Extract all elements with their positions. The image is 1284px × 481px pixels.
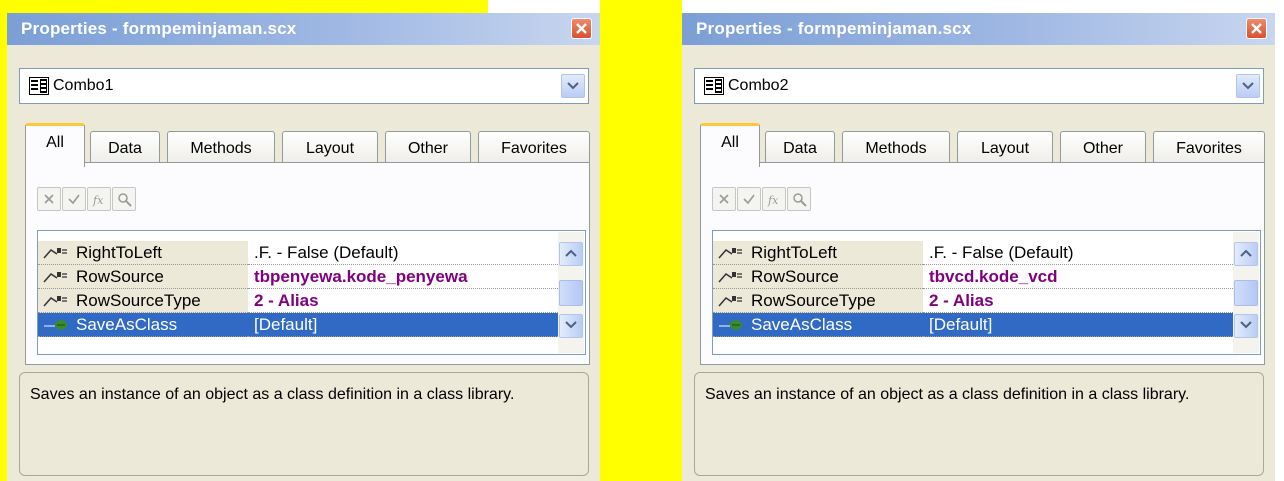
scroll-down-button[interactable] — [559, 314, 583, 338]
scroll-up-button[interactable] — [559, 242, 583, 266]
zoom-icon — [118, 193, 132, 207]
cancel-icon — [44, 194, 54, 204]
property-row-rowsource[interactable]: RowSource tbvcd.kode_vcd — [713, 265, 1233, 289]
scroll-down-button[interactable] — [1234, 314, 1258, 338]
description-box: Saves an instance of an object as a clas… — [694, 372, 1264, 476]
accept-icon — [68, 194, 80, 205]
property-value: .F. - False (Default) — [929, 243, 1074, 262]
property-row-rowsourcetype[interactable]: RowSourceType 2 - Alias — [38, 289, 558, 313]
property-value: .F. - False (Default) — [254, 243, 399, 262]
tab-all[interactable]: All — [25, 123, 85, 167]
properties-window-left: Properties - formpeminjaman.scx Combo1 A… — [7, 13, 600, 481]
function-icon: fx — [767, 194, 779, 207]
property-icon — [718, 272, 742, 283]
property-row-saveasclass[interactable]: SaveAsClass [Default] — [38, 313, 558, 337]
tab-all[interactable]: All — [700, 123, 760, 167]
property-row-rowsource[interactable]: RowSource tbpenyewa.kode_penyewa — [38, 265, 558, 289]
property-icon — [718, 296, 742, 307]
scroll-up-button[interactable] — [1234, 242, 1258, 266]
property-value: tbvcd.kode_vcd — [929, 267, 1058, 286]
chevron-up-icon — [1240, 249, 1252, 257]
close-button[interactable] — [1246, 18, 1267, 39]
property-row-righttoleft[interactable]: RightToLeft .F. - False (Default) — [713, 241, 1233, 265]
cancel-icon — [719, 194, 729, 204]
property-icon — [43, 272, 67, 283]
property-icon — [718, 248, 742, 259]
property-value: 2 - Alias — [929, 291, 994, 310]
description-box: Saves an instance of an object as a clas… — [19, 372, 589, 476]
zoom-button[interactable] — [787, 187, 811, 211]
property-grid: RightToLeft .F. - False (Default) RowSou… — [712, 230, 1261, 355]
object-dropdown[interactable]: Combo2 — [694, 68, 1264, 104]
chevron-down-icon — [1240, 321, 1252, 329]
yellow-highlight-center-column — [600, 0, 682, 481]
function-button[interactable]: fx — [87, 187, 111, 211]
property-name: RightToLeft — [76, 243, 162, 262]
properties-window-right: Properties - formpeminjaman.scx Combo2 A… — [682, 13, 1275, 481]
property-name: RowSource — [76, 267, 164, 286]
method-icon — [719, 320, 742, 330]
property-icon — [43, 296, 67, 307]
object-name: Combo2 — [728, 77, 789, 94]
chevron-down-icon — [565, 321, 577, 329]
zoom-button[interactable] — [112, 187, 136, 211]
title-bar[interactable]: Properties - formpeminjaman.scx — [7, 13, 600, 45]
object-name: Combo1 — [53, 77, 114, 94]
property-value: [Default] — [929, 315, 993, 334]
chevron-up-icon — [565, 249, 577, 257]
dropdown-arrow-button[interactable] — [561, 74, 585, 98]
cancel-button[interactable] — [712, 187, 736, 211]
vertical-scrollbar[interactable] — [1233, 232, 1259, 353]
property-name: SaveAsClass — [751, 315, 853, 334]
window-title: Properties - formpeminjaman.scx — [21, 19, 297, 38]
property-icon — [43, 248, 67, 259]
combobox-object-icon — [29, 77, 49, 95]
accept-icon — [743, 194, 755, 205]
description-text: Saves an instance of an object as a clas… — [705, 386, 1190, 403]
svg-text:fx: fx — [767, 194, 779, 207]
yellow-highlight-top-bar — [0, 0, 488, 13]
close-icon — [1251, 23, 1262, 34]
zoom-icon — [793, 193, 807, 207]
property-grid: RightToLeft .F. - False (Default) RowSou… — [37, 230, 586, 355]
scroll-thumb[interactable] — [559, 280, 583, 306]
property-value: 2 - Alias — [254, 291, 319, 310]
property-value: tbpenyewa.kode_penyewa — [254, 267, 468, 286]
accept-button[interactable] — [737, 187, 761, 211]
description-text: Saves an instance of an object as a clas… — [30, 386, 515, 403]
title-bar[interactable]: Properties - formpeminjaman.scx — [682, 13, 1275, 45]
property-name: SaveAsClass — [76, 315, 178, 334]
property-name: RowSourceType — [76, 291, 201, 310]
cancel-button[interactable] — [37, 187, 61, 211]
dropdown-arrow-button[interactable] — [1236, 74, 1260, 98]
combobox-object-icon — [704, 77, 724, 95]
close-icon — [576, 23, 587, 34]
property-row-righttoleft[interactable]: RightToLeft .F. - False (Default) — [38, 241, 558, 265]
vertical-scrollbar[interactable] — [558, 232, 584, 353]
close-button[interactable] — [571, 18, 592, 39]
property-row-rowsourcetype[interactable]: RowSourceType 2 - Alias — [713, 289, 1233, 313]
chevron-down-icon — [567, 82, 579, 90]
chevron-down-icon — [1242, 82, 1254, 90]
yellow-highlight-left-strip — [0, 13, 7, 481]
function-button[interactable]: fx — [762, 187, 786, 211]
property-name: RowSource — [751, 267, 839, 286]
property-value: [Default] — [254, 315, 318, 334]
property-name: RowSourceType — [751, 291, 876, 310]
accept-button[interactable] — [62, 187, 86, 211]
method-icon — [44, 320, 67, 330]
window-title: Properties - formpeminjaman.scx — [696, 19, 972, 38]
object-dropdown[interactable]: Combo1 — [19, 68, 589, 104]
scroll-thumb[interactable] — [1234, 280, 1258, 306]
function-icon: fx — [92, 194, 104, 207]
property-row-saveasclass[interactable]: SaveAsClass [Default] — [713, 313, 1233, 337]
svg-text:fx: fx — [92, 194, 104, 207]
property-name: RightToLeft — [751, 243, 837, 262]
